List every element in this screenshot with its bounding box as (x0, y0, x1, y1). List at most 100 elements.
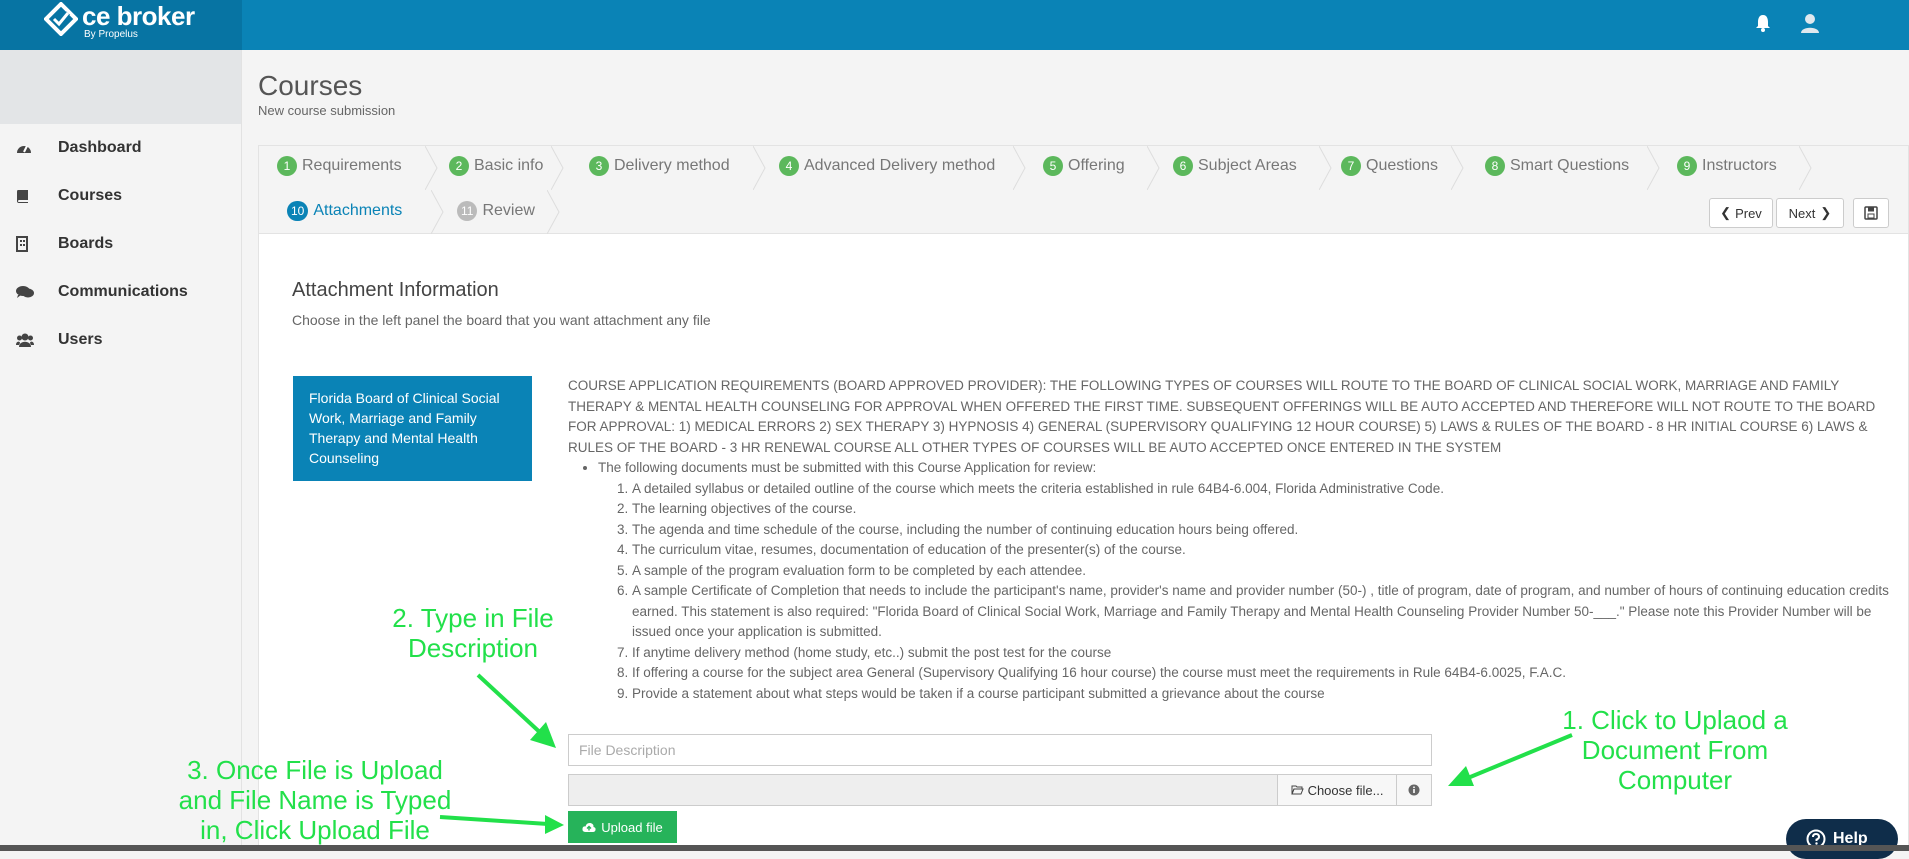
step-label: Questions (1366, 157, 1439, 174)
page-title: Courses (258, 70, 363, 101)
comments-icon (0, 285, 58, 299)
step-number: 9 (1677, 156, 1697, 176)
page-subtitle: New course submission (258, 103, 396, 118)
building-icon (0, 236, 58, 252)
choose-file-button[interactable]: Choose file... (1277, 774, 1397, 806)
list-item: Provide a statement about what steps wou… (632, 684, 1898, 705)
annotation-line: in, Click Upload File (200, 815, 430, 845)
step-number: 3 (589, 156, 609, 176)
info-button[interactable] (1396, 774, 1432, 806)
section-subtitle: Choose in the left panel the board that … (292, 312, 711, 328)
section-title: Attachment Information (292, 279, 499, 301)
wizard-step-subject-areas[interactable]: 6 Subject Areas (1173, 156, 1297, 176)
list-item: If offering a course for the subject are… (632, 663, 1898, 684)
wizard-step-requirements[interactable]: 1 Requirements (277, 156, 402, 176)
step-separator (1013, 146, 1026, 190)
wizard-step-smart-questions[interactable]: 8 Smart Questions (1485, 156, 1629, 176)
step-label: Attachments (313, 202, 403, 219)
sidebar-item-communications[interactable]: Communications (0, 268, 241, 316)
step-number: 7 (1341, 156, 1361, 176)
step-label: Delivery method (614, 157, 730, 174)
user-icon[interactable] (1799, 12, 1821, 34)
upload-file-button[interactable]: Upload file (568, 811, 677, 843)
annotation-line: Description (407, 633, 539, 663)
step-number: 1 (277, 156, 297, 176)
step-number: 5 (1043, 156, 1063, 176)
wizard-step-review[interactable]: 11 Review (457, 201, 535, 221)
step-number: 4 (779, 156, 799, 176)
wizard-step-basic-info[interactable]: 2 Basic info (449, 156, 543, 176)
floppy-disk-icon (1864, 206, 1878, 220)
step-separator (1451, 146, 1464, 190)
file-picker: Choose file... (568, 774, 1432, 806)
wizard-step-instructors[interactable]: 9 Instructors (1677, 156, 1777, 176)
wizard-step-questions[interactable]: 7 Questions (1341, 156, 1438, 176)
list-item: If anytime delivery method (home study, … (632, 643, 1898, 664)
list-item: The learning objectives of the course. (632, 499, 1898, 520)
wizard-step-delivery-method[interactable]: 3 Delivery method (589, 156, 730, 176)
help-button[interactable]: Help (1786, 819, 1898, 859)
top-bar: ce broker By Propelus (0, 0, 1909, 50)
sidebar-item-label: Boards (58, 235, 114, 252)
step-separator (551, 146, 564, 190)
documents-list: A detailed syllabus or detailed outline … (632, 479, 1898, 705)
file-description-input[interactable] (568, 734, 1432, 766)
step-number: 11 (457, 201, 478, 221)
annotation-step-2: 2. Type in File Description (380, 603, 566, 663)
step-label: Requirements (302, 157, 402, 174)
sidebar-item-boards[interactable]: Boards (0, 220, 241, 268)
brand-byline: By Propelus (84, 29, 138, 40)
board-selector-item[interactable]: Florida Board of Clinical Social Work, M… (293, 376, 532, 481)
chevron-left-icon: ❮ (1720, 205, 1732, 220)
step-label: Review (482, 202, 535, 219)
requirements-bullets: The following documents must be submitte… (598, 458, 1898, 704)
users-icon (0, 333, 58, 347)
sidebar-item-label: Communications (58, 283, 188, 300)
sidebar-header (0, 50, 241, 124)
cloud-upload-icon (582, 822, 596, 832)
ce-broker-logo-icon (44, 2, 78, 36)
sidebar-item-label: Dashboard (58, 139, 142, 156)
step-separator (1319, 146, 1332, 190)
step-number: 8 (1485, 156, 1505, 176)
sidebar-item-courses[interactable]: Courses (0, 172, 241, 220)
step-number: 6 (1173, 156, 1193, 176)
info-icon (1408, 784, 1420, 796)
list-item: The following documents must be submitte… (598, 458, 1898, 704)
step-separator (425, 146, 438, 190)
bullet-text: The following documents must be submitte… (598, 460, 1097, 475)
sidebar-item-dashboard[interactable]: Dashboard (0, 124, 241, 172)
annotation-line: 3. Once File is Upload (187, 755, 443, 785)
bell-icon[interactable] (1752, 12, 1774, 34)
requirements-text: COURSE APPLICATION REQUIREMENTS (BOARD A… (568, 376, 1898, 704)
logo[interactable]: ce broker By Propelus (0, 0, 242, 50)
step-label: Subject Areas (1198, 157, 1297, 174)
step-number: 10 (287, 201, 309, 221)
wizard-step-offering[interactable]: 5 Offering (1043, 156, 1125, 176)
sidebar-item-label: Courses (58, 187, 123, 204)
list-item: A sample of the program evaluation form … (632, 561, 1898, 582)
chevron-right-icon: ❯ (1820, 205, 1832, 220)
wizard-step-advanced-delivery-method[interactable]: 4 Advanced Delivery method (779, 156, 995, 176)
list-item: The curriculum vitae, resumes, documenta… (632, 540, 1898, 561)
prev-label: Prev (1735, 205, 1762, 221)
list-item: A detailed syllabus or detailed outline … (632, 479, 1898, 500)
save-button[interactable] (1853, 198, 1889, 228)
brand-name: ce broker (82, 1, 195, 31)
sidebar: Dashboard Courses Boards Communications … (0, 50, 242, 851)
dashboard-icon (0, 141, 58, 155)
annotation-step-3: 3. Once File is Upload and File Name is … (160, 755, 470, 845)
annotation-line: 2. Type in File (392, 603, 554, 633)
prev-button[interactable]: ❮ Prev (1709, 198, 1773, 228)
next-button[interactable]: Next ❯ (1776, 198, 1844, 228)
upload-label: Upload file (601, 819, 663, 835)
step-number: 2 (449, 156, 469, 176)
next-label: Next (1788, 205, 1816, 221)
step-separator (753, 146, 766, 190)
step-separator (1799, 146, 1812, 190)
wizard-step-attachments[interactable]: 10 Attachments (287, 201, 402, 221)
bottom-edge (0, 845, 1909, 851)
folder-open-icon (1290, 783, 1304, 798)
sidebar-item-users[interactable]: Users (0, 316, 241, 364)
annotation-line: Document From (1581, 735, 1769, 765)
